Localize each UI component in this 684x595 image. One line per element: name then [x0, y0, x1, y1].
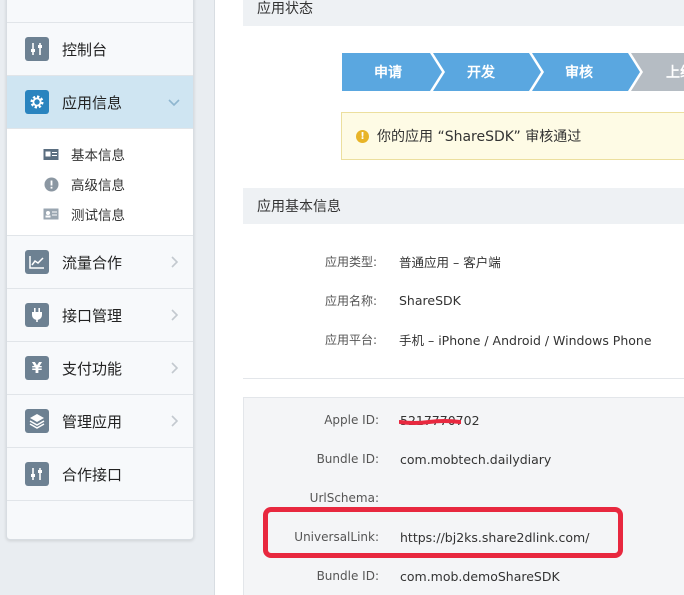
- notice-text: 你的应用 “ShareSDK” 审核通过: [377, 129, 582, 145]
- status-steps: 申请 开发 审核 上线: [342, 53, 684, 91]
- sidebar-item-partner-api[interactable]: 合作接口: [7, 448, 193, 501]
- sidebar-subitem-label: 基本信息: [71, 148, 125, 164]
- sidebar-subitem-test-info[interactable]: 测试信息: [7, 199, 193, 229]
- sidebar-submenu: 基本信息 高级信息 测试信息: [7, 129, 193, 236]
- dev-key: Bundle ID:: [316, 569, 379, 583]
- dev-value: com.mobtech.dailydiary: [400, 451, 552, 467]
- dev-value: com.mob.demoShareSDK: [400, 568, 560, 584]
- section-header-basic-info: 应用基本信息: [243, 188, 684, 224]
- sidebar-item-app-info[interactable]: 应用信息: [7, 76, 193, 129]
- sliders-icon: [25, 37, 49, 61]
- step-review: 审核: [532, 53, 640, 91]
- info-row-app-name: 应用名称: ShareSDK: [215, 290, 461, 310]
- section-title: 应用基本信息: [257, 199, 341, 215]
- gear-icon: [25, 90, 49, 114]
- svg-text:审核: 审核: [565, 64, 593, 81]
- line-chart-icon: [25, 250, 49, 274]
- id-card-icon: [43, 146, 59, 162]
- dev-key: Bundle ID:: [316, 452, 379, 466]
- chevron-down-icon: [168, 99, 180, 107]
- sidebar-item-console[interactable]: 控制台: [7, 23, 193, 76]
- info-key: 应用类型:: [324, 254, 377, 269]
- section-title: 应用状态: [257, 1, 313, 17]
- step-develop: 开发: [433, 53, 541, 91]
- dev-row-apple-id: Apple ID: 5217770702: [244, 410, 684, 430]
- section-divider: [243, 378, 684, 379]
- info-value: ShareSDK: [399, 292, 461, 308]
- sidebar-item-payment[interactable]: ¥ 支付功能: [7, 342, 193, 395]
- dev-row-url-schema: UrlSchema:: [244, 488, 684, 508]
- info-key: 应用名称:: [324, 293, 377, 308]
- step-apply: 申请: [342, 53, 442, 91]
- sidebar-item-manage-apps[interactable]: 管理应用: [7, 395, 193, 448]
- dev-key: UrlSchema:: [309, 491, 379, 505]
- info-key: 应用平台:: [324, 332, 377, 347]
- dev-row-bundle-id: Bundle ID: com.mobtech.dailydiary: [244, 449, 684, 469]
- section-header-app-status: 应用状态: [243, 0, 684, 26]
- sidebar: 控制台 应用信息 基本信息 高级信息 测试信息 流量合作 接口管理 ¥ 支付功能…: [6, 0, 194, 540]
- info-value: 手机 – iPhone / Android / Windows Phone: [399, 332, 652, 348]
- sidebar-subitem-basic-info[interactable]: 基本信息: [7, 139, 193, 169]
- contact-card-icon: [43, 206, 59, 222]
- info-value: 普通应用 – 客户端: [399, 254, 501, 270]
- sidebar-subitem-advanced-info[interactable]: 高级信息: [7, 169, 193, 199]
- svg-text:开发: 开发: [467, 64, 496, 81]
- sidebar-item-label: 流量合作: [62, 253, 123, 272]
- redaction-scribble: [399, 419, 461, 425]
- sliders-icon: [25, 462, 49, 486]
- svg-text:申请: 申请: [374, 64, 402, 81]
- sidebar-item-label: 应用信息: [62, 93, 123, 112]
- chevron-right-icon: [171, 256, 179, 268]
- main-content: 应用状态 申请 开发 审核 上线 ! 你的应用 “ShareSDK” 审核通过 …: [215, 0, 684, 595]
- sidebar-item-label: 接口管理: [62, 306, 123, 325]
- chevron-right-icon: [171, 309, 179, 321]
- layers-icon: [25, 409, 49, 433]
- chevron-right-icon: [171, 415, 179, 427]
- warning-icon: !: [356, 129, 369, 143]
- info-row-app-platform: 应用平台: 手机 – iPhone / Android / Windows Ph…: [215, 329, 652, 349]
- yen-icon: ¥: [25, 356, 49, 380]
- sidebar-subitem-label: 高级信息: [71, 178, 125, 194]
- sidebar-item-label: 支付功能: [62, 359, 123, 378]
- sidebar-item-label: 管理应用: [62, 412, 123, 431]
- dev-key: Apple ID:: [324, 413, 379, 427]
- plug-icon: [25, 303, 49, 327]
- sidebar-top-stub: [7, 0, 193, 23]
- chevron-right-icon: [171, 362, 179, 374]
- sidebar-subitem-label: 测试信息: [71, 208, 125, 224]
- info-row-app-type: 应用类型: 普通应用 – 客户端: [215, 251, 501, 271]
- review-notice: ! 你的应用 “ShareSDK” 审核通过: [341, 112, 684, 160]
- sidebar-item-interface[interactable]: 接口管理: [7, 289, 193, 342]
- universal-link-highlight: [263, 507, 623, 558]
- svg-text:上线: 上线: [666, 64, 684, 81]
- sidebar-item-label: 合作接口: [62, 465, 123, 484]
- sidebar-item-traffic[interactable]: 流量合作: [7, 236, 193, 289]
- exclamation-circle-icon: [43, 176, 59, 192]
- dev-row-bundle-id-2: Bundle ID: com.mob.demoShareSDK: [244, 566, 684, 586]
- developer-info-box: Apple ID: 5217770702 Bundle ID: com.mobt…: [243, 397, 684, 595]
- sidebar-item-label: 控制台: [62, 40, 108, 59]
